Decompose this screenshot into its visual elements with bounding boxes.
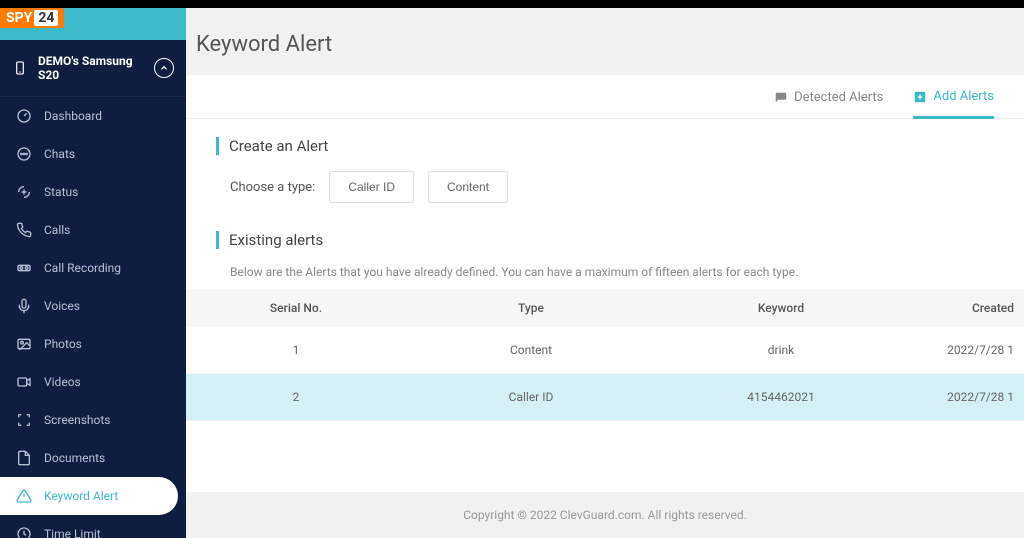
- alert-icon: [16, 488, 32, 504]
- chat-icon: [16, 146, 32, 162]
- clock-icon: [16, 526, 32, 538]
- col-header-keyword: Keyword: [656, 301, 906, 315]
- sidebar-item-chats[interactable]: Chats: [0, 135, 186, 173]
- mic-icon: [16, 298, 32, 314]
- sidebar-item-screenshots[interactable]: Screenshots: [0, 401, 186, 439]
- device-selector[interactable]: DEMO's Samsung S20: [0, 40, 186, 97]
- status-icon: [16, 184, 32, 200]
- tab-detected-alerts[interactable]: Detected Alerts: [774, 89, 883, 118]
- tabs: Detected Alerts Add Alerts: [186, 75, 1024, 119]
- logo-badge: SPY 24: [0, 8, 64, 28]
- nav-label: Time Limit: [44, 527, 101, 538]
- sidebar-item-documents[interactable]: Documents: [0, 439, 186, 477]
- sidebar-header: SPY 24 ts: [0, 8, 186, 40]
- logo-text: SPY: [6, 10, 32, 26]
- screenshot-icon: [16, 412, 32, 428]
- table-row[interactable]: 2 Caller ID 4154462021 2022/7/28 1: [186, 374, 1024, 421]
- sidebar-item-keyword-alert[interactable]: Keyword Alert: [0, 477, 178, 515]
- nav-list: Dashboard Chats Status Calls Call Record…: [0, 97, 186, 538]
- table-header: Serial No. Type Keyword Created: [186, 289, 1024, 327]
- plus-icon: [913, 90, 927, 104]
- section-title-existing: Existing alerts: [216, 231, 994, 249]
- cell-serial: 1: [186, 343, 406, 357]
- existing-alerts-section: Existing alerts Below are the Alerts tha…: [186, 213, 1024, 289]
- dashboard-icon: [16, 108, 32, 124]
- tab-label: Detected Alerts: [794, 90, 883, 105]
- calls-icon: [16, 222, 32, 238]
- footer-copyright: Copyright © 2022 ClevGuard.com. All righ…: [186, 492, 1024, 538]
- tab-add-alerts[interactable]: Add Alerts: [913, 89, 994, 119]
- create-alert-section: Create an Alert Choose a type: Caller ID…: [186, 119, 1024, 213]
- page-title: Keyword Alert: [186, 8, 1024, 75]
- video-icon: [16, 374, 32, 390]
- sidebar-item-time-limit[interactable]: Time Limit: [0, 515, 186, 538]
- section-title-create: Create an Alert: [216, 137, 994, 155]
- phone-icon: [12, 60, 28, 76]
- sidebar: SPY 24 ts DEMO's Samsung S20 Dashboard C…: [0, 8, 186, 538]
- logo-num: 24: [34, 10, 58, 26]
- table-row[interactable]: 1 Content drink 2022/7/28 1: [186, 327, 1024, 374]
- nav-label: Call Recording: [44, 261, 121, 275]
- nav-label: Videos: [44, 375, 81, 389]
- nav-label: Documents: [44, 451, 105, 465]
- cell-keyword: 4154462021: [656, 390, 906, 404]
- tab-label: Add Alerts: [933, 89, 994, 104]
- content-button[interactable]: Content: [428, 171, 508, 203]
- document-icon: [16, 450, 32, 466]
- cell-created: 2022/7/28 1: [906, 390, 1024, 404]
- photo-icon: [16, 336, 32, 352]
- sidebar-item-dashboard[interactable]: Dashboard: [0, 97, 186, 135]
- nav-label: Status: [44, 185, 78, 199]
- existing-desc: Below are the Alerts that you have alrea…: [216, 265, 994, 279]
- caller-id-button[interactable]: Caller ID: [329, 171, 414, 203]
- col-header-created: Created: [906, 301, 1024, 315]
- sidebar-item-videos[interactable]: Videos: [0, 363, 186, 401]
- cell-serial: 2: [186, 390, 406, 404]
- sidebar-item-voices[interactable]: Voices: [0, 287, 186, 325]
- nav-label: Dashboard: [44, 109, 102, 123]
- sidebar-item-status[interactable]: Status: [0, 173, 186, 211]
- sidebar-item-photos[interactable]: Photos: [0, 325, 186, 363]
- nav-label: Photos: [44, 337, 82, 351]
- nav-label: Chats: [44, 147, 75, 161]
- cell-type: Content: [406, 343, 656, 357]
- nav-label: Calls: [44, 223, 70, 237]
- detected-icon: [774, 91, 788, 105]
- device-name: DEMO's Samsung S20: [38, 54, 154, 82]
- chevron-up-icon[interactable]: [154, 58, 174, 78]
- recording-icon: [16, 260, 32, 276]
- content-card: Detected Alerts Add Alerts Create an Ale…: [186, 75, 1024, 492]
- sidebar-item-calls[interactable]: Calls: [0, 211, 186, 249]
- cell-keyword: drink: [656, 343, 906, 357]
- choose-type-label: Choose a type:: [230, 180, 315, 195]
- nav-label: Screenshots: [44, 413, 110, 427]
- alerts-table: Serial No. Type Keyword Created 1 Conten…: [186, 289, 1024, 421]
- cell-created: 2022/7/28 1: [906, 343, 1024, 357]
- nav-label: Voices: [44, 299, 80, 313]
- sidebar-item-call-recording[interactable]: Call Recording: [0, 249, 186, 287]
- main-content: Keyword Alert Detected Alerts Add Alerts…: [186, 8, 1024, 538]
- nav-label: Keyword Alert: [44, 489, 118, 503]
- col-header-type: Type: [406, 301, 656, 315]
- cell-type: Caller ID: [406, 390, 656, 404]
- col-header-serial: Serial No.: [186, 301, 406, 315]
